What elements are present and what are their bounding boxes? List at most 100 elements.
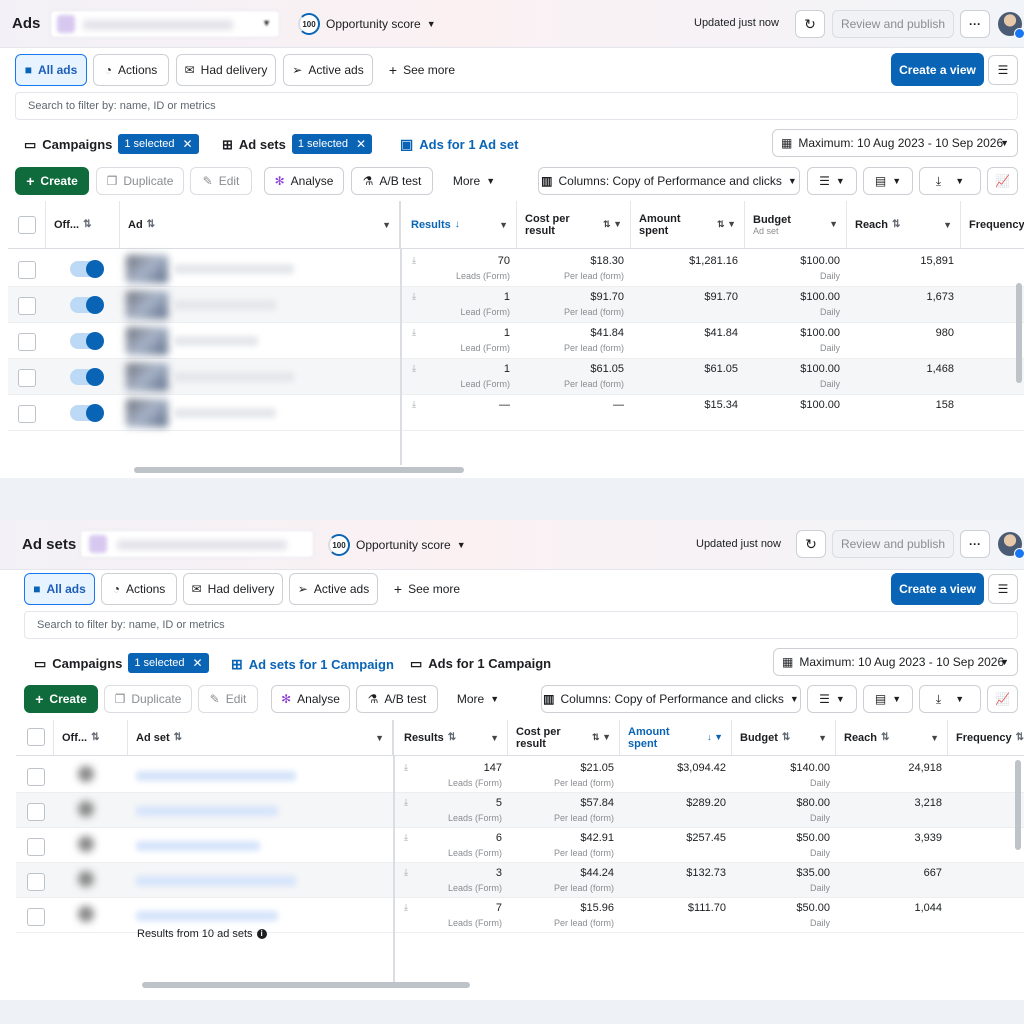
chevron-down-icon[interactable]: ▼: [490, 733, 499, 743]
edit-button[interactable]: ✎ Edit: [190, 167, 252, 195]
header-frequency[interactable]: Frequency ⇅: [948, 720, 1024, 755]
refresh-button[interactable]: ↻: [795, 10, 825, 38]
name-blurred[interactable]: [174, 300, 276, 310]
header-off-on[interactable]: Off... ⇅: [46, 201, 120, 248]
horizontal-scrollbar[interactable]: [134, 467, 464, 473]
columns-dropdown[interactable]: ▥ Columns: Copy of Performance and clicks…: [541, 685, 801, 713]
export-dropdown[interactable]: ⤓ ▼: [919, 167, 981, 195]
table-row[interactable]: ⤓ 3 Leads (Form) $44.24 Per lead (form) $132.…: [16, 863, 1024, 898]
row-checkbox[interactable]: [18, 369, 36, 387]
selected-pill[interactable]: 1 selected ✕: [291, 134, 373, 154]
close-icon[interactable]: ✕: [183, 137, 193, 151]
header-amount-spent[interactable]: Amount spent ↓ ▼: [620, 720, 732, 755]
sort-desc-icon[interactable]: ↓: [455, 219, 460, 230]
avatar[interactable]: [998, 12, 1024, 39]
chevron-down-icon[interactable]: ⇅ ▼: [717, 219, 736, 230]
create-button[interactable]: + Create: [15, 167, 89, 195]
more-dropdown[interactable]: More ▼: [444, 167, 504, 195]
info-icon[interactable]: i: [256, 929, 267, 939]
filter-actions[interactable]: ◔ Actions: [101, 573, 177, 605]
reports-dropdown[interactable]: ▤ ▼: [863, 167, 913, 195]
avatar[interactable]: [998, 532, 1024, 559]
chart-toggle-button[interactable]: 📈: [987, 685, 1018, 713]
name-blurred[interactable]: [174, 264, 294, 274]
table-row[interactable]: ⤓ 147 Leads (Form) $21.05 Per lead (form) $3,…: [16, 758, 1024, 793]
row-checkbox[interactable]: [27, 768, 45, 786]
vertical-scrollbar[interactable]: [1015, 760, 1021, 850]
vertical-scrollbar[interactable]: [1016, 283, 1022, 383]
table-row[interactable]: ⤓ — — $15.34 $100.00 158: [8, 395, 1024, 431]
chevron-down-icon[interactable]: ▼: [818, 733, 827, 743]
review-publish-button[interactable]: Review and publish: [832, 530, 954, 558]
view-settings-button[interactable]: ☰: [988, 55, 1018, 85]
tab-ads-for-ad-set[interactable]: ▣ Ads for 1 Ad set: [388, 126, 531, 162]
see-more-button[interactable]: + See more: [382, 54, 462, 86]
filter-all-ads[interactable]: ■ All ads: [15, 54, 87, 86]
search-input[interactable]: Search to filter by: name, ID or metrics: [24, 611, 1018, 639]
date-range-picker[interactable]: ▦ Maximum: 10 Aug 2023 - 10 Sep 2026 ▼: [772, 129, 1018, 157]
opportunity-score[interactable]: 100 Opportunity score ▼: [298, 13, 436, 35]
name-blurred[interactable]: [174, 336, 258, 346]
header-reach[interactable]: Reach ⇅ ▼: [847, 201, 961, 248]
tab-ad-sets[interactable]: ⊞ Ad sets 1 selected ✕: [222, 129, 373, 159]
sort-icon[interactable]: ⇅: [147, 219, 155, 230]
search-input[interactable]: Search to filter by: name, ID or metrics: [15, 92, 1018, 120]
create-button[interactable]: + Create: [24, 685, 98, 713]
edit-button[interactable]: ✎ Edit: [198, 685, 258, 713]
table-row[interactable]: ⤓ 6 Leads (Form) $42.91 Per lead (form) $257.…: [16, 828, 1024, 863]
header-results[interactable]: Results ⇅ ▼: [396, 720, 508, 755]
close-icon[interactable]: ✕: [193, 656, 203, 670]
tab-ad-sets-for-campaign[interactable]: ⊞ Ad sets for 1 Campaign: [219, 646, 406, 682]
duplicate-button[interactable]: ❐ Duplicate: [96, 167, 184, 195]
row-checkbox[interactable]: [27, 908, 45, 926]
chevron-down-icon[interactable]: ⇅ ▼: [592, 732, 611, 743]
chevron-down-icon[interactable]: ▼: [943, 220, 952, 230]
select-all-checkbox[interactable]: [18, 216, 36, 234]
horizontal-scrollbar[interactable]: [142, 982, 470, 988]
breakdown-dropdown[interactable]: ☰ ▼: [807, 167, 857, 195]
header-off-on[interactable]: Off... ⇅: [54, 720, 128, 755]
chevron-down-icon[interactable]: ▼: [829, 219, 838, 229]
filter-active-ads[interactable]: ➢ Active ads: [289, 573, 378, 605]
row-checkbox[interactable]: [18, 297, 36, 315]
delivery-toggle[interactable]: [70, 260, 104, 278]
account-selector[interactable]: [80, 530, 314, 558]
table-row[interactable]: ⤓ 1 Lead (Form) $41.84 Per lead (form) $41.84…: [8, 323, 1024, 359]
table-row[interactable]: ⤓ 5 Leads (Form) $57.84 Per lead (form) $289.…: [16, 793, 1024, 828]
chevron-down-icon[interactable]: ▼: [499, 220, 508, 230]
more-dropdown[interactable]: More ▼: [448, 685, 508, 713]
name-blurred[interactable]: [136, 806, 278, 816]
row-checkbox[interactable]: [27, 838, 45, 856]
analyse-button[interactable]: ✻ Analyse: [271, 685, 350, 713]
selected-pill[interactable]: 1 selected ✕: [118, 134, 199, 154]
header-cost-per-result[interactable]: Cost per result ⇅ ▼: [508, 720, 620, 755]
chevron-down-icon[interactable]: ▼: [375, 733, 384, 743]
filter-all-ads[interactable]: ■ All ads: [24, 573, 95, 605]
duplicate-button[interactable]: ❐ Duplicate: [104, 685, 192, 713]
name-blurred[interactable]: [136, 841, 260, 851]
header-budget[interactable]: Budget Ad set ▼: [745, 201, 847, 248]
chart-toggle-button[interactable]: 📈: [987, 167, 1018, 195]
header-select-all[interactable]: [8, 201, 46, 248]
export-dropdown[interactable]: ⤓ ▼: [919, 685, 981, 713]
ab-test-button[interactable]: ⚗ A/B test: [351, 167, 433, 195]
reports-dropdown[interactable]: ▤ ▼: [863, 685, 913, 713]
chevron-down-icon[interactable]: ▼: [382, 220, 391, 230]
filter-had-delivery[interactable]: ✉ Had delivery: [183, 573, 283, 605]
name-blurred[interactable]: [174, 408, 276, 418]
tab-ads-for-campaign[interactable]: ▭ Ads for 1 Campaign: [410, 648, 551, 678]
delivery-toggle[interactable]: [70, 368, 104, 386]
sort-icon[interactable]: ⇅: [174, 732, 182, 743]
more-options-button[interactable]: ···: [960, 10, 990, 38]
header-select-all[interactable]: [16, 720, 54, 755]
columns-dropdown[interactable]: ▥ Columns: Copy of Performance and clicks…: [538, 167, 800, 195]
selected-pill[interactable]: 1 selected ✕: [128, 653, 209, 673]
sort-icon[interactable]: ⇅: [448, 732, 456, 743]
delivery-toggle[interactable]: [70, 404, 104, 422]
see-more-button[interactable]: + See more: [387, 573, 467, 605]
header-results[interactable]: Results ↓ ▼: [403, 201, 517, 248]
header-amount-spent[interactable]: Amount spent ⇅ ▼: [631, 201, 745, 248]
name-blurred[interactable]: [136, 911, 278, 921]
tab-campaigns[interactable]: ▭ Campaigns 1 selected ✕: [24, 129, 199, 159]
sort-icon[interactable]: ⇅: [83, 219, 91, 230]
